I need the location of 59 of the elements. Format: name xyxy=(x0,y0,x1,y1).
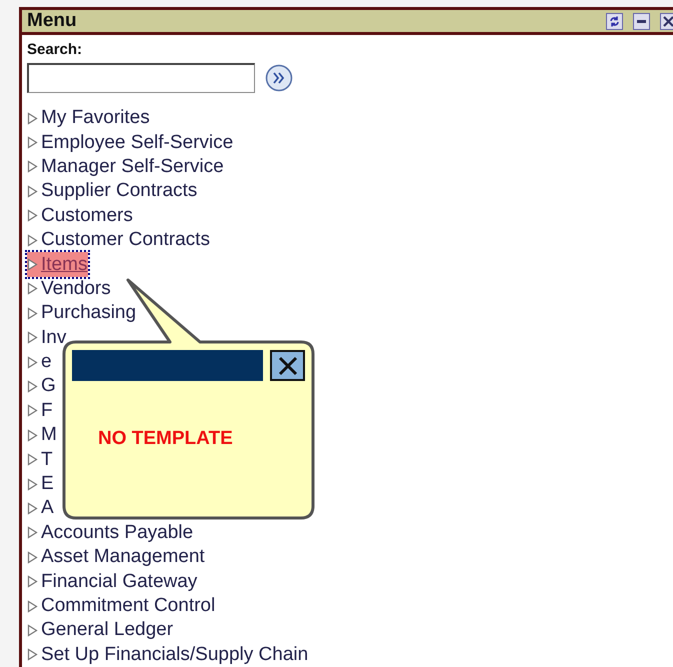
menu-item[interactable]: Financial Gateway xyxy=(27,569,198,594)
close-icon xyxy=(663,16,673,26)
refresh-button[interactable] xyxy=(606,12,623,30)
expand-triangle-icon xyxy=(27,453,38,466)
expand-triangle-icon xyxy=(27,356,38,369)
expand-triangle-icon xyxy=(27,478,38,491)
search-field[interactable] xyxy=(27,63,255,93)
menu-item[interactable]: M xyxy=(27,423,58,448)
menu-item[interactable]: General Ledger xyxy=(27,618,174,643)
expand-triangle-icon xyxy=(27,624,38,637)
menu-item[interactable]: A xyxy=(27,496,55,521)
menu-item[interactable]: Asset Management xyxy=(27,545,206,570)
menu-item[interactable]: My Favorites xyxy=(27,106,151,130)
menu-item[interactable]: Set Up Financials/Supply Chain xyxy=(27,642,310,667)
close-icon xyxy=(278,356,298,376)
menu-item[interactable]: Accounts Payable xyxy=(27,520,194,546)
menu-item[interactable]: Employee Self-Service xyxy=(27,130,234,155)
menu-item[interactable]: Customer Contracts xyxy=(27,228,211,252)
menu-item[interactable]: Supplier Contracts xyxy=(27,179,198,204)
menu-item[interactable]: Purchasing xyxy=(27,301,138,326)
search-label: Search: xyxy=(27,41,82,58)
expand-triangle-icon xyxy=(27,306,38,320)
menu-item[interactable]: Vendors xyxy=(27,276,112,302)
menu-item[interactable]: E xyxy=(27,472,55,496)
expand-triangle-icon xyxy=(27,575,38,588)
expand-triangle-icon xyxy=(27,404,38,418)
expand-triangle-icon xyxy=(27,234,38,247)
expand-triangle-icon xyxy=(27,112,38,125)
expand-triangle-icon xyxy=(27,502,38,515)
expand-triangle-icon xyxy=(27,331,38,344)
close-button[interactable] xyxy=(660,12,673,30)
expand-triangle-icon xyxy=(27,160,38,174)
expand-triangle-icon xyxy=(27,526,38,540)
expand-triangle-icon xyxy=(27,600,38,612)
menu-item[interactable]: Inv xyxy=(27,326,68,350)
refresh-icon xyxy=(609,16,620,26)
menu-item[interactable]: Manager Self-Service xyxy=(27,154,225,180)
menu-item[interactable]: F xyxy=(27,398,54,424)
menu-item[interactable]: T xyxy=(27,447,54,472)
expand-triangle-icon xyxy=(27,648,38,662)
expand-triangle-icon xyxy=(27,380,38,393)
menu-item[interactable]: G xyxy=(27,374,57,399)
menu-item[interactable]: e xyxy=(27,350,53,374)
expand-triangle-icon xyxy=(27,258,38,272)
expand-triangle-icon xyxy=(27,136,38,150)
expand-triangle-icon xyxy=(27,209,38,222)
search-go-button[interactable] xyxy=(265,64,293,92)
menu-item[interactable]: Customers xyxy=(27,204,134,228)
callout-message: NO TEMPLATE xyxy=(98,428,233,450)
callout-close-button[interactable] xyxy=(270,350,305,381)
minimize-button[interactable] xyxy=(633,12,650,30)
expand-triangle-icon xyxy=(27,282,38,296)
expand-triangle-icon xyxy=(27,184,38,198)
expand-triangle-icon xyxy=(27,550,38,564)
double-chevron-icon xyxy=(265,64,293,92)
panel-title: Menu xyxy=(27,10,78,32)
minimize-icon xyxy=(637,20,646,22)
menu-item[interactable]: Commitment Control xyxy=(27,594,216,618)
expand-triangle-icon xyxy=(27,428,38,442)
